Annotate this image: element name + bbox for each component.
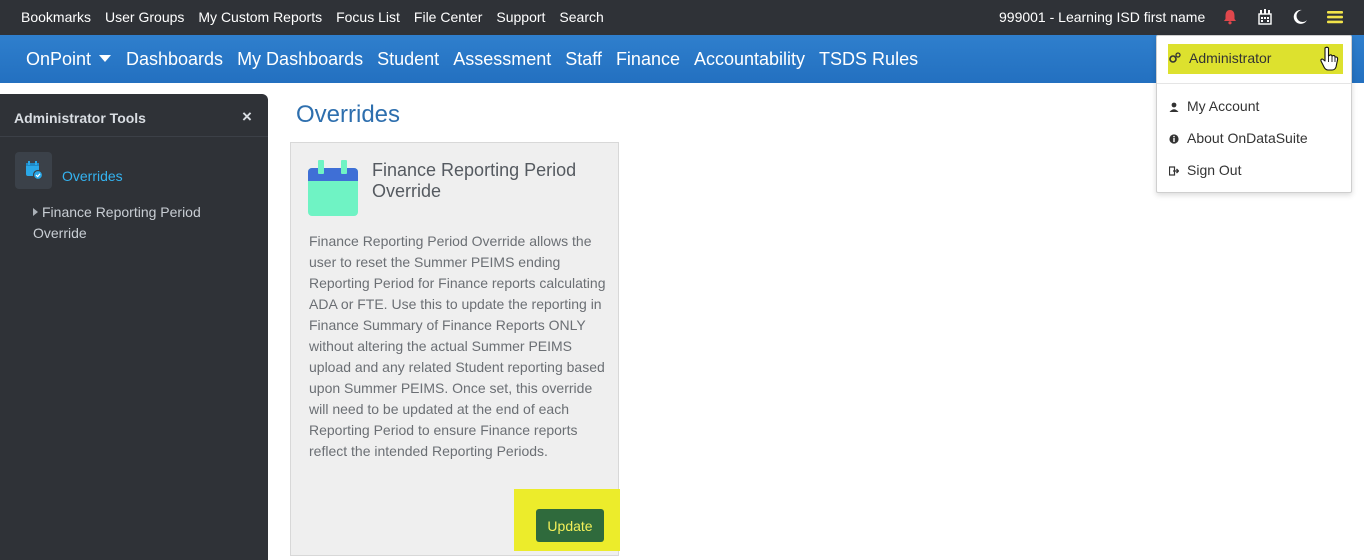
nav-my-dashboards[interactable]: My Dashboards [237, 49, 363, 70]
nav-tsds-rules[interactable]: TSDS Rules [819, 49, 918, 70]
nav-finance[interactable]: Finance [616, 49, 680, 70]
nav-accountability[interactable]: Accountability [694, 49, 805, 70]
menu-label-about: About OnDataSuite [1187, 130, 1308, 146]
override-card: Finance Reporting Period Override Financ… [290, 142, 620, 556]
top-utility-bar: Bookmarks User Groups My Custom Reports … [0, 0, 1364, 35]
nav-student[interactable]: Student [377, 49, 439, 70]
user-icon [1169, 102, 1179, 112]
sidebar-sub-label: Finance Reporting Period Override [33, 204, 201, 241]
menu-label-administrator: Administrator [1189, 50, 1272, 66]
cogs-icon [1169, 52, 1181, 63]
caret-down-icon [99, 54, 112, 62]
sidebar-item-overrides[interactable]: Overrides [62, 168, 123, 184]
page-title: Overrides [296, 101, 401, 128]
administrator-tools-sidebar: Administrator Tools × Overrides Finance … [0, 94, 268, 560]
utility-links: Bookmarks User Groups My Custom Reports … [21, 9, 618, 25]
menu-item-administrator[interactable]: Administrator [1169, 50, 1271, 66]
sign-out-icon [1168, 166, 1180, 176]
card-description: Finance Reporting Period Override allows… [309, 233, 606, 459]
support-link[interactable]: Support [496, 9, 545, 25]
moon-icon[interactable] [1291, 8, 1309, 26]
building-icon[interactable] [1256, 8, 1274, 26]
onpoint-label: OnPoint [26, 49, 92, 69]
sidebar-item-finance-reporting-period-override[interactable]: Finance Reporting Period Override [33, 202, 233, 244]
search-link[interactable]: Search [559, 9, 603, 25]
menu-item-sign-out[interactable]: Sign Out [1168, 162, 1242, 178]
sidebar-header: Administrator Tools × [0, 94, 268, 137]
user-name[interactable]: 999001 - Learning ISD first name [999, 9, 1205, 25]
user-groups-link[interactable]: User Groups [105, 9, 184, 25]
menu-item-about[interactable]: About OnDataSuite [1169, 130, 1308, 146]
update-button[interactable]: Update [536, 509, 604, 542]
my-custom-reports-link[interactable]: My Custom Reports [198, 9, 322, 25]
menu-label-my-account: My Account [1187, 98, 1260, 114]
close-icon[interactable]: × [242, 107, 252, 127]
onpoint-menu[interactable]: OnPoint [26, 49, 112, 70]
calendar-icon [308, 160, 358, 216]
caret-right-icon [33, 208, 38, 216]
menu-divider [1157, 83, 1351, 84]
nav-staff[interactable]: Staff [565, 49, 602, 70]
hand-pointer-icon [1320, 46, 1339, 71]
file-center-link[interactable]: File Center [414, 9, 482, 25]
nav-items: Dashboards My Dashboards Student Assessm… [126, 49, 932, 70]
focus-list-link[interactable]: Focus List [336, 9, 400, 25]
bookmarks-link[interactable]: Bookmarks [21, 9, 91, 25]
nav-assessment[interactable]: Assessment [453, 49, 551, 70]
menu-icon[interactable] [1326, 8, 1344, 26]
overrides-icon[interactable] [15, 152, 52, 189]
menu-item-my-account[interactable]: My Account [1169, 98, 1259, 114]
info-icon [1169, 134, 1179, 144]
nav-dashboards[interactable]: Dashboards [126, 49, 223, 70]
bell-icon[interactable] [1221, 8, 1239, 26]
sidebar-title: Administrator Tools [14, 110, 146, 126]
menu-label-sign-out: Sign Out [1187, 162, 1242, 178]
card-title: Finance Reporting Period Override [372, 160, 577, 201]
